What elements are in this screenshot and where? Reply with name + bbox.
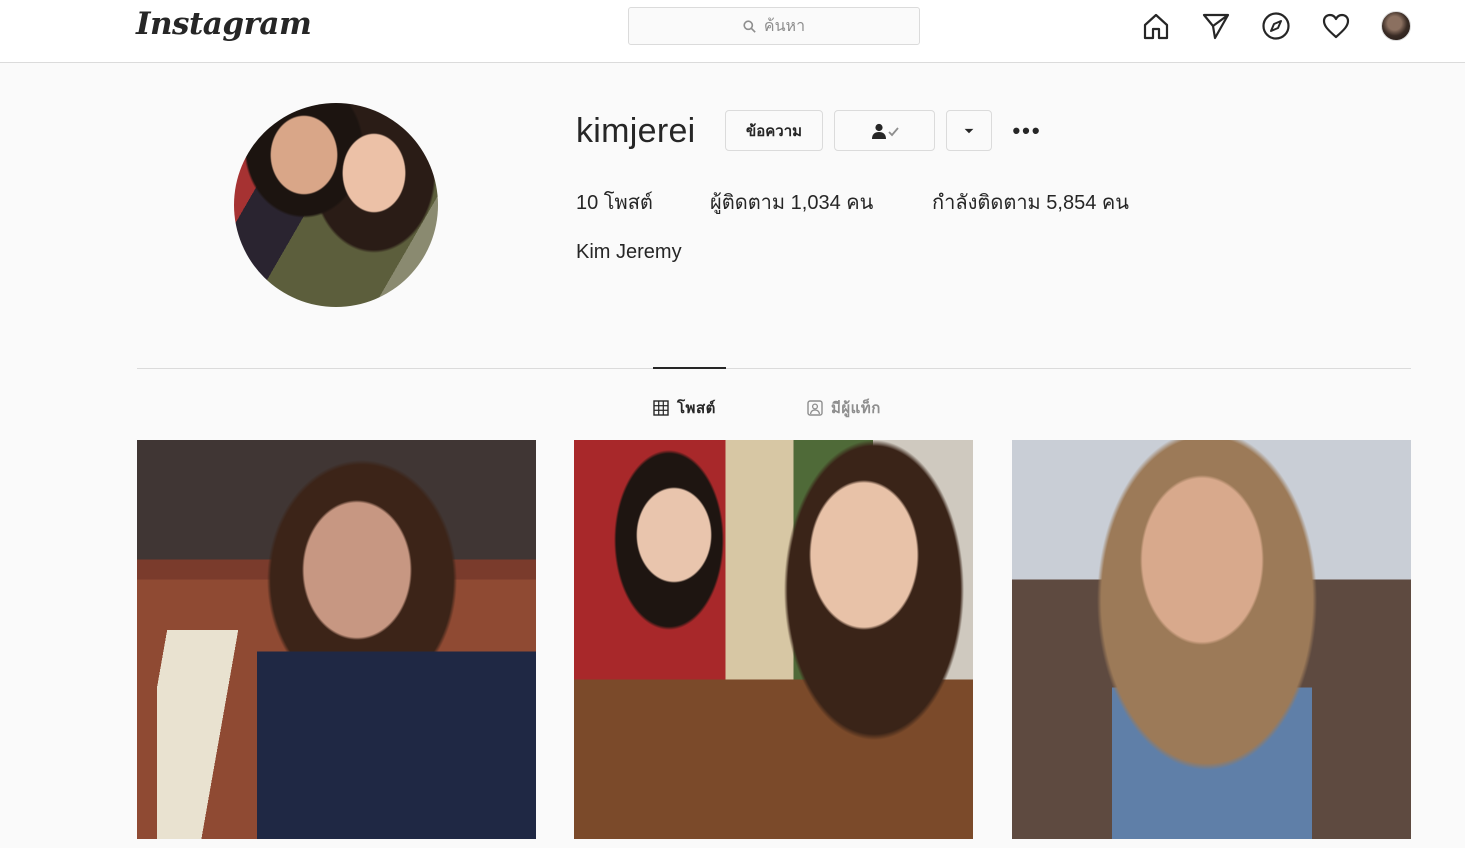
top-nav: Instagram ค้นหา bbox=[0, 0, 1465, 63]
tab-posts-label: โพสต์ bbox=[677, 400, 716, 417]
tab-tagged[interactable]: มีผู้แท็ก bbox=[807, 396, 881, 420]
following-button[interactable] bbox=[834, 110, 935, 151]
suggestions-dropdown-button[interactable] bbox=[946, 110, 992, 151]
search-placeholder: ค้นหา bbox=[763, 17, 806, 35]
home-icon[interactable] bbox=[1140, 10, 1172, 42]
search-icon bbox=[743, 19, 756, 33]
posts-count: 10 โพสต์ bbox=[576, 192, 653, 214]
explore-icon[interactable] bbox=[1260, 10, 1292, 42]
active-tab-indicator bbox=[653, 367, 726, 369]
profile-username: kimjerei bbox=[576, 112, 696, 150]
following-count[interactable]: กำลังติดตาม 5,854 คน bbox=[932, 186, 1129, 218]
tab-posts[interactable]: โพสต์ bbox=[653, 396, 716, 420]
post-thumbnail[interactable] bbox=[1012, 440, 1411, 839]
tabs-divider bbox=[137, 368, 1411, 369]
direct-icon[interactable] bbox=[1200, 10, 1232, 42]
tab-tagged-label: มีผู้แท็ก bbox=[831, 400, 881, 417]
profile-picture bbox=[234, 103, 438, 307]
search-input[interactable]: ค้นหา bbox=[628, 7, 920, 45]
user-check-icon bbox=[871, 123, 899, 139]
tagged-user-icon bbox=[807, 400, 823, 416]
profile-avatar[interactable] bbox=[1381, 11, 1411, 41]
profile-full-name: Kim Jeremy bbox=[576, 241, 682, 263]
instagram-logo[interactable]: Instagram bbox=[136, 6, 312, 42]
chevron-down-icon bbox=[964, 128, 974, 133]
heart-icon[interactable] bbox=[1320, 10, 1352, 42]
grid-icon bbox=[653, 400, 669, 416]
post-thumbnail[interactable] bbox=[574, 440, 973, 839]
message-button[interactable]: ข้อความ bbox=[725, 110, 823, 151]
post-thumbnail[interactable] bbox=[137, 440, 536, 839]
followers-count[interactable]: ผู้ติดตาม 1,034 คน bbox=[710, 186, 873, 218]
more-options-icon[interactable]: ••• bbox=[1010, 118, 1044, 144]
